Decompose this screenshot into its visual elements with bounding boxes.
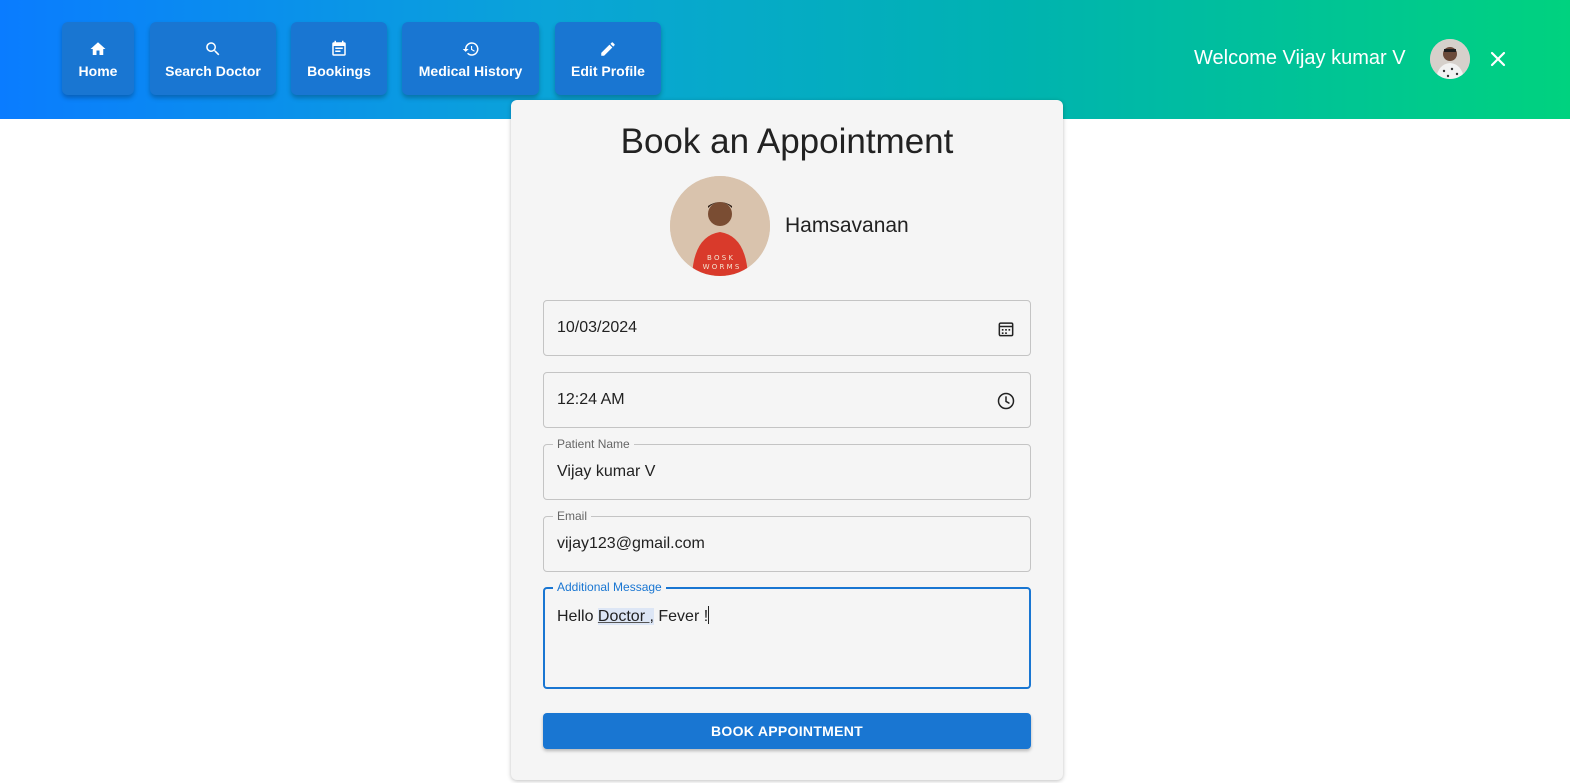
- date-value: 10/03/2024: [557, 319, 638, 336]
- additional-message-field[interactable]: Additional Message Hello Doctor , Fever …: [543, 580, 1031, 689]
- nav-search-doctor-button[interactable]: Search Doctor: [150, 22, 276, 95]
- patient-name-value: Vijay kumar V: [557, 463, 656, 480]
- nav-home-button[interactable]: Home: [62, 22, 134, 95]
- close-icon[interactable]: [1486, 47, 1510, 71]
- clock-icon[interactable]: [996, 391, 1016, 411]
- home-icon: [88, 39, 108, 59]
- additional-message-value: Hello Doctor , Fever !: [557, 606, 710, 625]
- nav-home-label: Home: [78, 62, 118, 79]
- nav-search-doctor-label: Search Doctor: [165, 62, 261, 79]
- nav-bookings-label: Bookings: [307, 62, 371, 79]
- welcome-text: Welcome Vijay kumar V: [1194, 47, 1406, 69]
- user-avatar[interactable]: [1430, 39, 1470, 79]
- history-icon: [461, 39, 481, 59]
- doctor-name: Hamsavanan: [785, 214, 909, 237]
- text-caret: [708, 606, 710, 624]
- nav-medical-history-button[interactable]: Medical History: [402, 22, 539, 95]
- doctor-avatar: B O S K W O R M S: [670, 176, 770, 276]
- nav-medical-history-label: Medical History: [418, 62, 523, 79]
- book-appointment-button[interactable]: BOOK APPOINTMENT: [543, 713, 1031, 749]
- nav-bookings-button[interactable]: Bookings: [291, 22, 387, 95]
- calendar-picker-icon[interactable]: [996, 319, 1016, 339]
- spellcheck-highlight: Doctor ,: [597, 608, 654, 625]
- date-field[interactable]: 10/03/2024: [543, 300, 1031, 356]
- page-title: Book an Appointment: [620, 122, 954, 161]
- svg-text:W O R M S: W O R M S: [703, 263, 740, 271]
- time-field[interactable]: 12:24 AM: [543, 372, 1031, 428]
- calendar-icon: [329, 39, 349, 59]
- nav-edit-profile-button[interactable]: Edit Profile: [555, 22, 661, 95]
- additional-message-label: Additional Message: [553, 580, 666, 594]
- search-icon: [203, 39, 223, 59]
- email-value: vijay123@gmail.com: [557, 535, 705, 552]
- email-field[interactable]: Email vijay123@gmail.com: [543, 509, 1031, 572]
- email-label: Email: [553, 509, 592, 523]
- patient-name-label: Patient Name: [553, 437, 634, 451]
- pencil-icon: [598, 39, 618, 59]
- nav-edit-profile-label: Edit Profile: [571, 62, 645, 79]
- appointment-card: Book an Appointment B O S K W O R M S Ha…: [511, 100, 1063, 780]
- svg-text:B O S K: B O S K: [707, 254, 733, 262]
- patient-name-field[interactable]: Patient Name Vijay kumar V: [543, 437, 1031, 500]
- time-value: 12:24 AM: [557, 391, 625, 408]
